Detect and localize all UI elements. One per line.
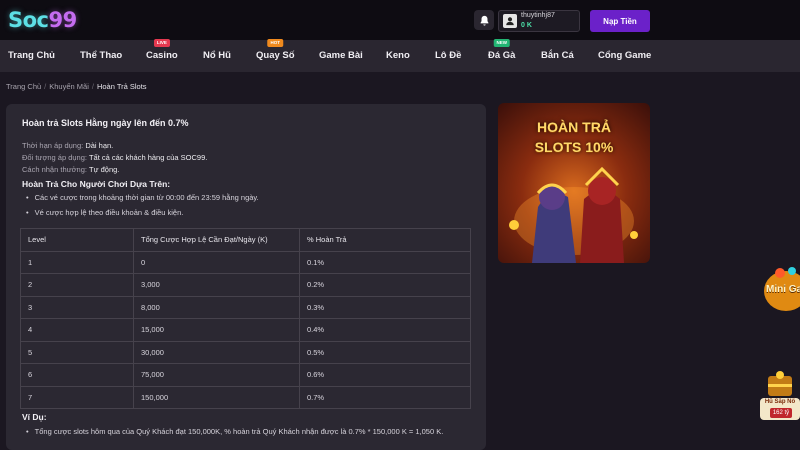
table-cell: 8,000 <box>133 295 300 319</box>
nav-item-card-games[interactable]: Game Bài <box>319 40 363 72</box>
user-account-box[interactable]: thuytinhj87 0 K <box>498 10 580 32</box>
jackpot-widget[interactable]: Hũ Sắp Nổ 162 tỷ <box>756 370 800 422</box>
nav-item-lottery[interactable]: HOT Quay Số <box>256 39 295 72</box>
live-badge: LIVE <box>153 39 170 47</box>
basis-heading: Hoàn Trả Cho Người Chơi Dựa Trên: <box>22 179 171 189</box>
nav-item-cockfight[interactable]: NEW Đá Gà <box>488 39 515 72</box>
jackpot-value: 162 tỷ <box>770 408 792 418</box>
mini-game-label: Mini Game <box>766 284 800 295</box>
method-row: Cách nhận thưởng: Tự động. <box>22 165 120 174</box>
promo-title: Hoàn trả Slots Hằng ngày lên đến 0.7% <box>22 118 189 128</box>
table-cell: 7 <box>20 385 134 409</box>
promo-banner[interactable]: HOÀN TRẢ SLOTS 10% <box>498 103 650 263</box>
user-icon <box>506 17 514 26</box>
username: thuytinhj87 <box>521 12 555 19</box>
balance: 0 K <box>521 22 532 29</box>
jackpot-label: Hũ Sắp Nổ <box>764 399 796 405</box>
basis-point: Các vé cược trong khoảng thời gian từ 00… <box>26 193 259 202</box>
table-cell: 5 <box>20 340 134 364</box>
main-nav: Trang Chủ Thể Thao LIVE Casino Nổ Hũ HOT Q… <box>0 39 800 72</box>
top-bar: Soc99 thuytinhj87 0 K Nạp Tiền <box>0 0 800 40</box>
table-cell: 0.2% <box>299 273 471 297</box>
table-cell: 15,000 <box>133 318 300 342</box>
nav-item-game-portal[interactable]: Cổng Game <box>598 40 651 72</box>
table-cell: 2 <box>20 273 134 297</box>
basis-point: Vé cược hợp lệ theo điều khoản & điều ki… <box>26 208 184 217</box>
table-cell: 0 <box>133 250 300 274</box>
warriors-illustration <box>509 166 638 263</box>
breadcrumb-home[interactable]: Trang Chủ <box>6 82 41 91</box>
table-cell: 3 <box>20 295 134 319</box>
table-cell: 0.4% <box>299 318 471 342</box>
table-cell: 0.3% <box>299 295 471 319</box>
example-text: Tổng cược slots hôm qua của Quý Khách đạ… <box>26 427 444 436</box>
table-header-row: Level Tổng Cược Hợp Lệ Cần Đạt/Ngày (K) … <box>20 228 471 252</box>
column-header-level: Level <box>20 228 134 252</box>
table-cell: 30,000 <box>133 340 300 364</box>
audience-row: Đối tượng áp dụng: Tất cả các khách hàng… <box>22 153 208 162</box>
table-cell: 6 <box>20 363 134 387</box>
table-cell: 150,000 <box>133 385 300 409</box>
nav-item-casino[interactable]: LIVE Casino <box>146 39 178 72</box>
table-row: 6 75,000 0.6% <box>20 363 471 387</box>
column-header-turnover: Tổng Cược Hợp Lệ Cần Đạt/Ngày (K) <box>133 228 300 252</box>
table-cell: 0.1% <box>299 250 471 274</box>
logo[interactable]: Soc99 <box>8 8 77 32</box>
nav-item-fishing[interactable]: Bắn Cá <box>541 40 574 72</box>
nav-item-home[interactable]: Trang Chủ <box>8 40 55 72</box>
table-cell: 1 <box>20 250 134 274</box>
table-row: 1 0 0.1% <box>20 250 471 274</box>
table-row: 4 15,000 0.4% <box>20 318 471 342</box>
bell-icon <box>480 15 488 26</box>
nav-item-slots[interactable]: Nổ Hũ <box>203 40 231 72</box>
column-header-rebate: % Hoàn Trả <box>299 228 471 252</box>
mini-game-widget[interactable]: Mini Game <box>760 262 800 320</box>
notification-button[interactable] <box>474 10 494 30</box>
table-cell: 0.6% <box>299 363 471 387</box>
breadcrumb: Trang Chủ / Khuyến Mãi / Hoàn Trả Slots <box>6 82 147 91</box>
table-cell: 0.7% <box>299 385 471 409</box>
avatar <box>503 14 517 28</box>
nav-item-keno[interactable]: Keno <box>386 40 410 72</box>
table-cell: 3,000 <box>133 273 300 297</box>
table-cell: 0.5% <box>299 340 471 364</box>
example-heading: Ví Dụ: <box>22 412 47 422</box>
new-badge: NEW <box>493 39 510 47</box>
promo-card: Hoàn trả Slots Hằng ngày lên đến 0.7% Th… <box>6 104 486 450</box>
table-cell: 75,000 <box>133 363 300 387</box>
deposit-button[interactable]: Nạp Tiền <box>590 10 650 32</box>
table-row: 7 150,000 0.7% <box>20 385 471 409</box>
table-row: 3 8,000 0.3% <box>20 295 471 319</box>
table-row: 5 30,000 0.5% <box>20 340 471 364</box>
rebate-table: Level Tổng Cược Hợp Lệ Cần Đạt/Ngày (K) … <box>20 228 471 409</box>
nav-item-lode[interactable]: Lô Đề <box>435 40 461 72</box>
duration-row: Thời hạn áp dụng: Dài hạn. <box>22 141 114 150</box>
table-cell: 4 <box>20 318 134 342</box>
hot-badge: HOT <box>267 39 284 47</box>
breadcrumb-promotions[interactable]: Khuyến Mãi <box>49 82 89 91</box>
breadcrumb-current: Hoàn Trả Slots <box>96 82 147 91</box>
nav-item-sports[interactable]: Thể Thao <box>80 40 122 72</box>
table-row: 2 3,000 0.2% <box>20 273 471 297</box>
